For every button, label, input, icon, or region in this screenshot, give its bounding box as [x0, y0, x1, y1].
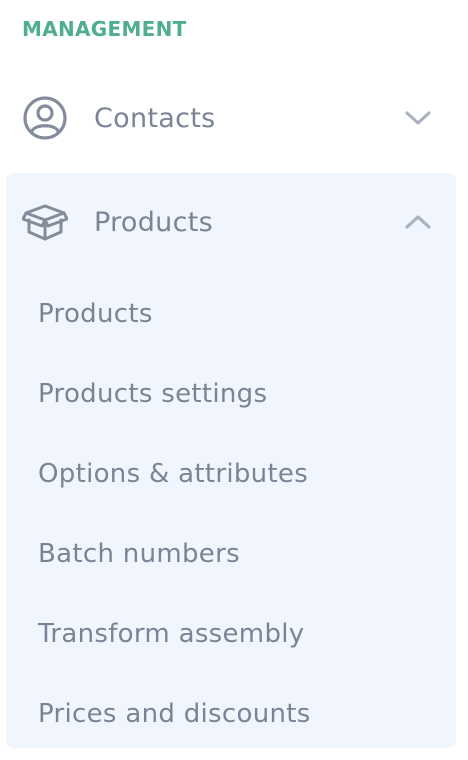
- submenu-item-options-attributes[interactable]: Options & attributes: [38, 454, 308, 494]
- submenu-item-transform-assembly[interactable]: Transform assembly: [38, 614, 304, 654]
- nav-item-label-products: Products: [94, 206, 213, 238]
- user-circle-icon: [21, 94, 69, 142]
- submenu-item-batch-numbers[interactable]: Batch numbers: [38, 534, 240, 574]
- section-heading-management: MANAGEMENT: [22, 17, 187, 41]
- chevron-down-icon[interactable]: [402, 102, 434, 134]
- submenu-item-prices-discounts[interactable]: Prices and discounts: [38, 694, 311, 734]
- submenu-item-products[interactable]: Products: [38, 294, 153, 334]
- submenu-item-products-settings[interactable]: Products settings: [38, 374, 267, 414]
- nav-item-products[interactable]: Products: [6, 176, 456, 268]
- nav-item-label-contacts: Contacts: [94, 102, 216, 134]
- chevron-up-icon[interactable]: [402, 206, 434, 238]
- nav-item-contacts[interactable]: Contacts: [6, 72, 456, 164]
- box-icon: [21, 198, 69, 246]
